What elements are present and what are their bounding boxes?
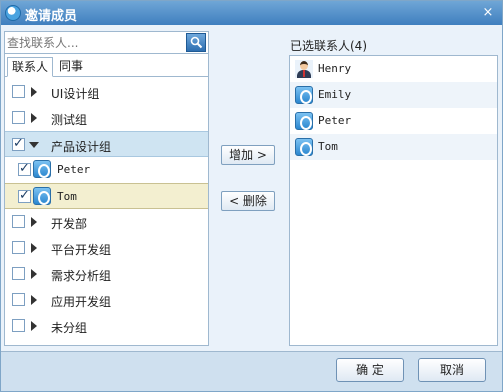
add-button[interactable]: 增加 > — [221, 145, 275, 165]
collapse-arrow-icon[interactable] — [29, 142, 39, 148]
group-label: 需求分析组 — [51, 269, 112, 283]
group-checkbox[interactable] — [12, 241, 25, 254]
cancel-button[interactable]: 取消 — [418, 358, 486, 382]
qq-avatar-icon — [295, 112, 313, 130]
group-checkbox[interactable] — [12, 319, 25, 332]
selected-item[interactable]: Peter — [290, 108, 497, 134]
selected-item-label: Henry — [318, 62, 352, 75]
tree-group-ungrouped[interactable]: 未分组 — [5, 313, 208, 339]
tree-contact-peter[interactable]: Peter — [5, 157, 208, 183]
expand-arrow-icon[interactable] — [31, 243, 37, 253]
group-checkbox[interactable] — [12, 267, 25, 280]
selected-contacts-list: Henry Emily Peter Tom — [289, 55, 498, 346]
qq-avatar-icon — [33, 160, 51, 178]
expand-arrow-icon[interactable] — [31, 269, 37, 279]
close-button[interactable]: × — [480, 5, 496, 21]
contact-checkbox[interactable] — [18, 188, 31, 203]
group-label: 应用开发组 — [51, 295, 112, 309]
tree-group-requirements[interactable]: 需求分析组 — [5, 261, 208, 287]
group-checkbox[interactable] — [12, 136, 25, 151]
group-label: 测试组 — [51, 113, 88, 127]
contact-label: Tom — [57, 190, 77, 203]
dialog-footer: 确 定 取消 — [1, 351, 502, 391]
selected-item-label: Tom — [318, 140, 338, 153]
tab-contacts[interactable]: 联系人 — [7, 57, 54, 77]
qq-avatar-icon — [295, 86, 313, 104]
search-button[interactable] — [186, 33, 206, 52]
group-label: 产品设计组 — [51, 140, 112, 154]
group-checkbox[interactable] — [12, 215, 25, 228]
person-avatar-icon — [295, 60, 313, 78]
group-label: 平台开发组 — [51, 243, 112, 257]
contact-tabs: 联系人 同事 — [5, 57, 208, 77]
tree-group-dev-dept[interactable]: 开发部 — [5, 209, 208, 235]
group-checkbox[interactable] — [12, 293, 25, 306]
window-title: 邀请成员 — [25, 9, 78, 24]
tab-colleagues[interactable]: 同事 — [55, 57, 87, 77]
selected-item[interactable]: Henry — [290, 56, 497, 82]
search-icon — [190, 36, 203, 49]
group-label: UI设计组 — [51, 87, 100, 101]
contact-label: Peter — [57, 163, 91, 176]
remove-button[interactable]: < 删除 — [221, 191, 275, 211]
app-logo-icon — [5, 5, 21, 21]
title-bar[interactable]: 邀请成员 × — [1, 1, 502, 25]
tree-group-app-dev[interactable]: 应用开发组 — [5, 287, 208, 313]
contact-checkbox[interactable] — [18, 161, 31, 176]
selected-contacts-title: 已选联系人(4) — [290, 39, 367, 53]
ok-button[interactable]: 确 定 — [336, 358, 404, 382]
search-input[interactable] — [7, 34, 182, 52]
expand-arrow-icon[interactable] — [31, 321, 37, 331]
group-label: 开发部 — [51, 217, 88, 231]
group-checkbox[interactable] — [12, 85, 25, 98]
tree-contact-tom[interactable]: Tom — [5, 183, 208, 209]
selected-item-label: Emily — [318, 88, 352, 101]
tree-group-platform-dev[interactable]: 平台开发组 — [5, 235, 208, 261]
selected-item-label: Peter — [318, 114, 352, 127]
tree-group-test[interactable]: 测试组 — [5, 105, 208, 131]
expand-arrow-icon[interactable] — [31, 217, 37, 227]
contacts-panel: 联系人 同事 UI设计组 测试组 产品设计组 Peter — [4, 31, 209, 346]
search-box — [5, 32, 208, 54]
qq-avatar-icon — [295, 138, 313, 156]
tree-group-product-design[interactable]: 产品设计组 — [5, 131, 208, 157]
group-checkbox[interactable] — [12, 111, 25, 124]
selected-item[interactable]: Emily — [290, 82, 497, 108]
invite-members-dialog: 邀请成员 × 联系人 同事 UI设计组 — [0, 0, 503, 392]
expand-arrow-icon[interactable] — [31, 87, 37, 97]
selected-item[interactable]: Tom — [290, 134, 497, 160]
group-label: 未分组 — [51, 321, 88, 335]
expand-arrow-icon[interactable] — [31, 113, 37, 123]
expand-arrow-icon[interactable] — [31, 295, 37, 305]
tree-group-ui-design[interactable]: UI设计组 — [5, 79, 208, 105]
qq-avatar-icon — [33, 187, 51, 205]
